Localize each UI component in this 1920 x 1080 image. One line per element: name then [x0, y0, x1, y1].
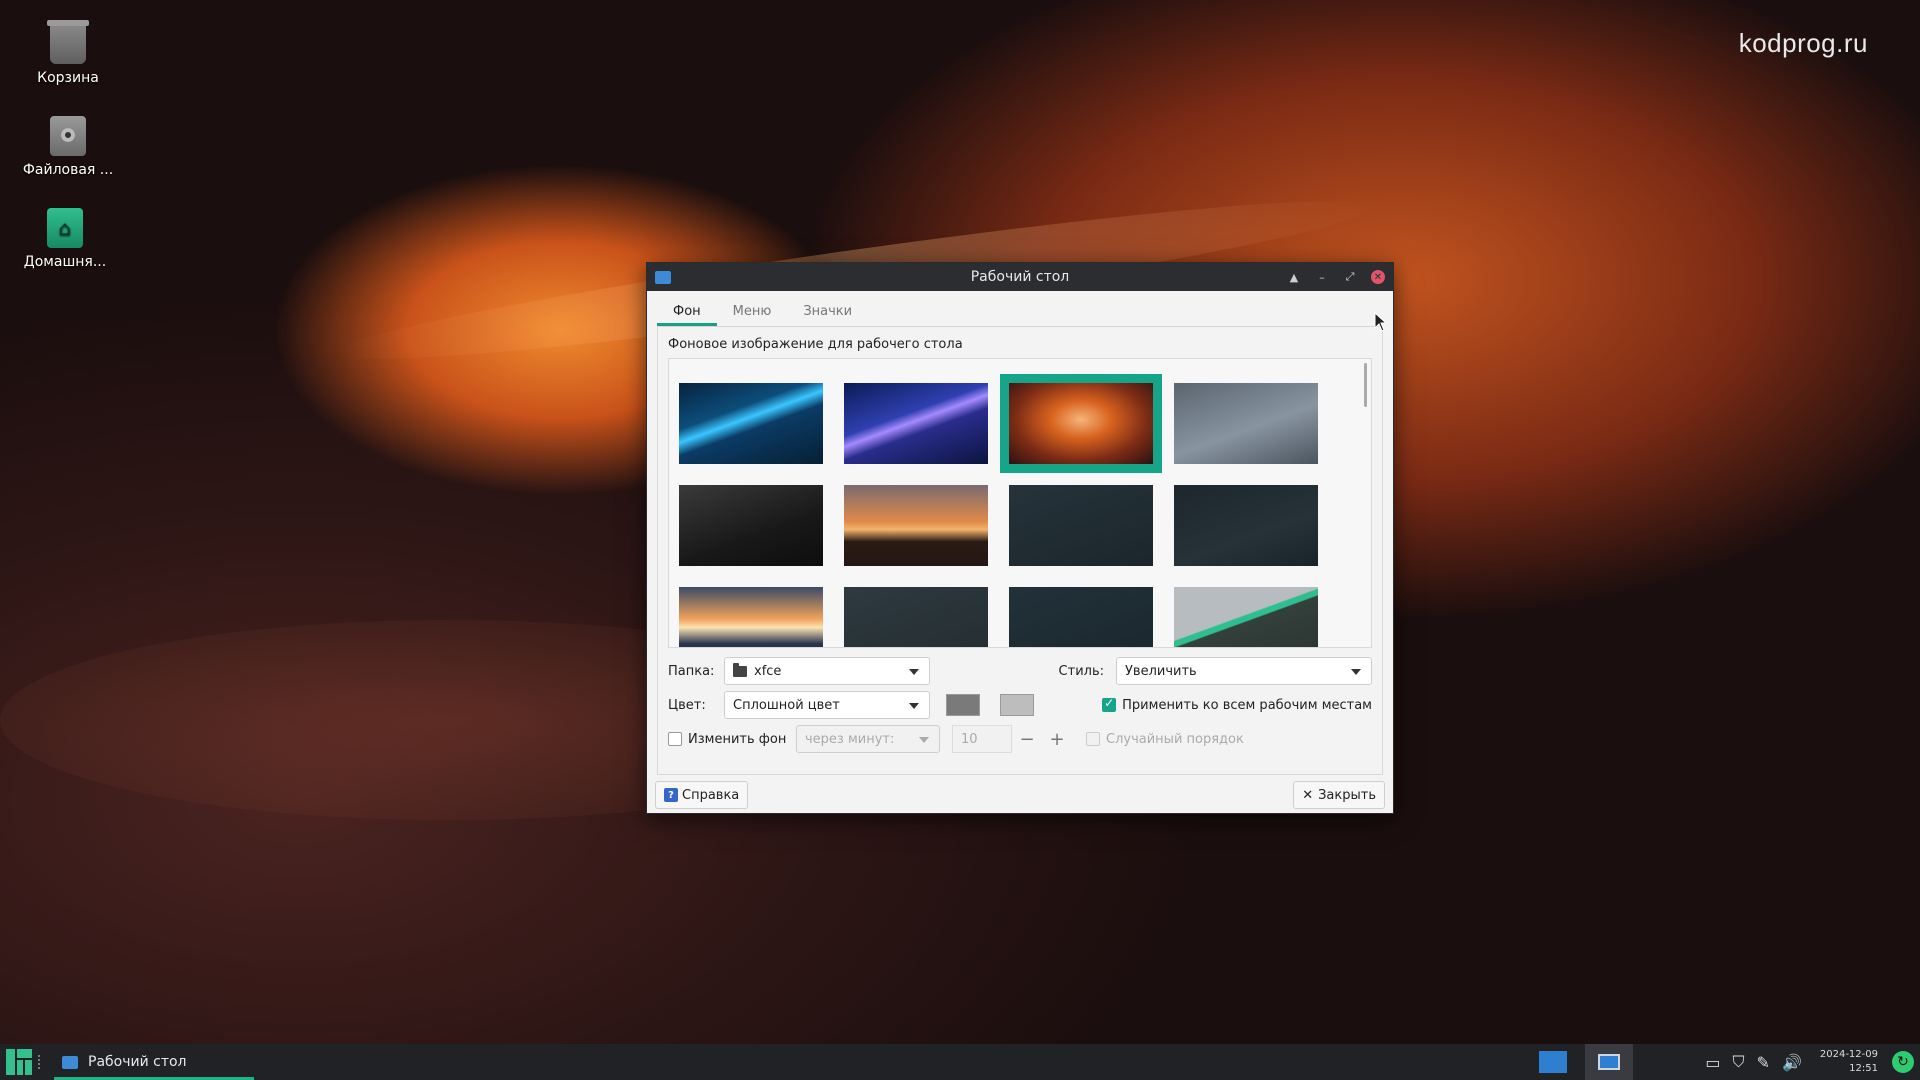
workspace-1[interactable]: [1539, 1051, 1568, 1073]
clock-time: 12:51: [1849, 1063, 1878, 1074]
apply-all-label: Применить ко всем рабочим местам: [1122, 697, 1372, 713]
mouse-pointer-icon: [1374, 312, 1386, 332]
close-label: Закрыть: [1318, 787, 1376, 803]
close-icon: ✕: [1302, 787, 1314, 803]
desktop-icon-label: Файловая ...: [22, 162, 114, 178]
random-order-checkbox[interactable]: Случайный порядок: [1086, 732, 1244, 747]
maximize-button[interactable]: ⤢: [1343, 270, 1357, 284]
minimize-button[interactable]: –: [1315, 270, 1329, 284]
close-button[interactable]: ✕ Закрыть: [1293, 781, 1385, 809]
manjaro-menu-icon[interactable]: [6, 1049, 32, 1075]
desktop-icon-home[interactable]: Домашня...: [10, 208, 120, 270]
desktop-icon-label: Домашня...: [23, 254, 107, 270]
random-order-label: Случайный порядок: [1106, 731, 1244, 747]
home-folder-icon: [47, 208, 83, 248]
interval-unit-value: через минут:: [805, 731, 895, 747]
window-titlebar[interactable]: Рабочий стол ▲ – ⤢ ✕: [647, 263, 1393, 291]
wallpaper-thumbnail-dark-teal-square[interactable]: [1009, 587, 1153, 647]
interval-input[interactable]: 10: [952, 725, 1012, 753]
update-icon[interactable]: ↻: [1892, 1051, 1914, 1073]
wallpaper-gallery: [668, 358, 1372, 648]
folder-select[interactable]: xfce: [724, 657, 930, 685]
tab-bar: Фон Меню Значки: [657, 299, 1383, 327]
taskbar: Рабочий стол ▭ ⛉ ✎ 🔊 2024-12-09 12:51 ↻: [0, 1044, 1920, 1080]
tab-icons[interactable]: Значки: [787, 299, 868, 326]
desktop-icon-label: Корзина: [37, 70, 99, 86]
taskbar-item-desktop[interactable]: Рабочий стол: [54, 1044, 254, 1080]
wallpaper-thumbnail-manjaro-dark-logo[interactable]: [1009, 485, 1153, 566]
increment-button[interactable]: +: [1042, 725, 1072, 753]
wallpaper-thumbnail-dark-slate[interactable]: [1174, 485, 1318, 566]
color-mode-value: Сплошной цвет: [733, 697, 840, 713]
desktop-icon-trash[interactable]: Корзина: [13, 20, 123, 86]
window-title: Рабочий стол: [970, 269, 1070, 285]
style-select[interactable]: Увеличить: [1116, 657, 1372, 685]
taskbar-item-label: Рабочий стол: [88, 1054, 187, 1070]
primary-color-button[interactable]: [946, 694, 980, 716]
desktop-settings-window: Рабочий стол ▲ – ⤢ ✕ Фон Меню Значки Фон…: [646, 262, 1394, 814]
clipboard-icon[interactable]: ✎: [1757, 1053, 1770, 1072]
help-label: Справка: [682, 787, 740, 803]
clock[interactable]: 2024-12-09 12:51: [1820, 1048, 1878, 1076]
change-bg-label: Изменить фон: [688, 731, 787, 747]
desktop-app-icon: [655, 270, 671, 284]
tab-background[interactable]: Фон: [657, 299, 717, 326]
wallpaper-thumbnail-canyon[interactable]: [1000, 374, 1162, 473]
style-value: Увеличить: [1125, 663, 1197, 679]
watermark-text: kodprog.ru: [1738, 28, 1868, 58]
tab-menu[interactable]: Меню: [717, 299, 788, 326]
interval-unit-select[interactable]: через минут:: [796, 725, 940, 753]
background-panel: Фоновое изображение для рабочего стола П…: [657, 327, 1383, 775]
folder-icon: [733, 662, 747, 677]
secondary-color-button[interactable]: [1000, 694, 1034, 716]
wallpaper-thumbnail-dark-green-mark[interactable]: [844, 587, 988, 647]
wallpaper-thumbnail-purple-streak[interactable]: [844, 383, 988, 464]
disk-icon: [50, 116, 86, 156]
change-bg-checkbox[interactable]: Изменить фон: [668, 732, 796, 747]
workspace-2[interactable]: [1585, 1044, 1634, 1080]
wallpaper-thumbnail-manjaro-grey[interactable]: [1174, 383, 1318, 464]
close-window-button[interactable]: ✕: [1371, 270, 1385, 284]
wallpaper-thumbnail-blue-waves[interactable]: [679, 383, 823, 464]
wallpaper-thumbnail-dark-gradient[interactable]: [679, 485, 823, 566]
gallery-scrollbar[interactable]: [1364, 363, 1367, 407]
shield-icon[interactable]: ⛉: [1733, 1052, 1745, 1072]
decrement-button[interactable]: −: [1012, 725, 1042, 753]
wallpaper-thumbnail-city-sunset[interactable]: [844, 485, 988, 566]
dialog-footer: ? Справка ✕ Закрыть: [647, 777, 1393, 813]
help-button[interactable]: ? Справка: [655, 781, 749, 809]
checkbox-random-order[interactable]: [1086, 732, 1100, 746]
folder-label: Папка:: [668, 663, 715, 679]
wallpaper-thumbnail-sea-sunset[interactable]: [679, 587, 823, 647]
display-icon[interactable]: ▭: [1705, 1053, 1720, 1072]
shade-button[interactable]: ▲: [1287, 270, 1301, 284]
help-icon: ?: [664, 788, 678, 802]
folder-value: xfce: [754, 663, 782, 679]
chevron-down-icon: [909, 669, 919, 675]
clock-date: 2024-12-09: [1819, 1049, 1878, 1060]
desktop-app-icon: [62, 1055, 78, 1069]
wallpaper-thumbnail-green-stripes[interactable]: [1174, 587, 1318, 647]
style-label: Стиль:: [1058, 663, 1104, 679]
trash-icon: [47, 20, 89, 64]
chevron-down-icon: [1351, 669, 1361, 675]
section-label: Фоновое изображение для рабочего стола: [668, 337, 963, 352]
chevron-down-icon: [919, 737, 929, 743]
chevron-down-icon: [909, 703, 919, 709]
apply-all-checkbox[interactable]: Применить ко всем рабочим местам: [1102, 696, 1372, 713]
volume-icon[interactable]: 🔊: [1782, 1053, 1802, 1072]
separator-handle: [38, 1055, 40, 1069]
color-mode-select[interactable]: Сплошной цвет: [724, 691, 930, 719]
color-label: Цвет:: [668, 697, 706, 713]
desktop-icon-filesystem[interactable]: Файловая ...: [13, 116, 123, 178]
checkbox-change-bg[interactable]: [668, 732, 682, 746]
checkbox-apply-all[interactable]: [1102, 696, 1117, 712]
